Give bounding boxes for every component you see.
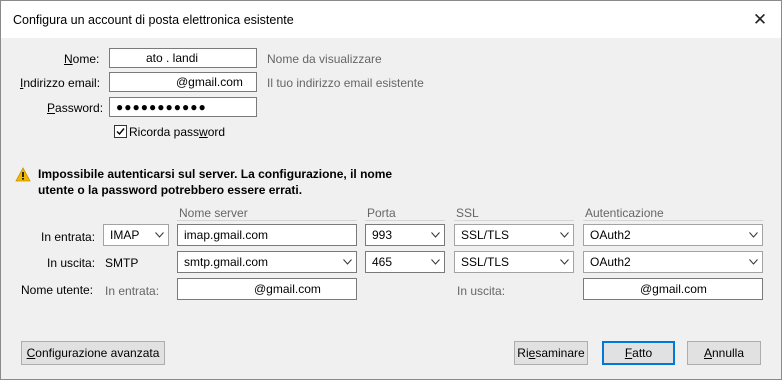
chevron-down-icon[interactable] (426, 225, 444, 245)
incoming-ssl-select[interactable]: SSL/TLS (454, 224, 574, 246)
cancel-button[interactable]: Annulla (687, 341, 761, 365)
email-label: Indirizzo email: (20, 76, 101, 90)
name-label: Nome: (64, 52, 100, 66)
username-outgoing-field[interactable]: @gmail.com (583, 278, 763, 300)
incoming-port-combo[interactable]: 993 (365, 224, 445, 246)
header-port: Porta (367, 206, 396, 220)
outgoing-label: In uscita: (47, 256, 96, 270)
chevron-down-icon (749, 259, 758, 267)
outgoing-server-combo[interactable]: smtp.gmail.com (177, 251, 357, 273)
email-hint: Il tuo indirizzo email esistente (267, 76, 424, 90)
password-field[interactable]: ●●●●●●●●●●● (109, 97, 257, 117)
header-divider-ssl (454, 220, 574, 221)
incoming-auth-select[interactable]: OAuth2 (583, 224, 763, 246)
header-divider-server (177, 220, 357, 221)
chevron-down-icon[interactable] (338, 252, 356, 272)
outgoing-auth-select[interactable]: OAuth2 (583, 251, 763, 273)
done-button[interactable]: Fatto (602, 341, 675, 365)
username-label: Nome utente: (21, 283, 94, 297)
incoming-server-field[interactable]: imap.gmail.com (177, 224, 357, 246)
header-auth: Autenticazione (585, 206, 664, 220)
email-field[interactable]: @gmail.com (109, 72, 257, 92)
remember-password-checkbox[interactable] (114, 125, 127, 138)
chevron-down-icon[interactable] (426, 252, 444, 272)
warning-message: Impossibile autenticarsi sul server. La … (38, 166, 398, 198)
name-field[interactable]: ato . landi (109, 48, 257, 68)
chevron-down-icon (560, 232, 569, 240)
checkmark-icon (116, 128, 125, 136)
outgoing-ssl-select[interactable]: SSL/TLS (454, 251, 574, 273)
chevron-down-icon (749, 232, 758, 240)
header-ssl: SSL (456, 206, 479, 220)
dialog-title: Configura un account di posta elettronic… (13, 13, 294, 27)
title-bar: Configura un account di posta elettronic… (1, 1, 781, 38)
username-outgoing-label: In uscita: (457, 284, 506, 298)
chevron-down-icon (560, 259, 569, 267)
retest-button[interactable]: Riesaminare (514, 341, 588, 365)
username-incoming-field[interactable]: @gmail.com (177, 278, 357, 300)
close-icon[interactable]: ✕ (747, 8, 773, 32)
incoming-label: In entrata: (41, 230, 96, 244)
username-incoming-label: In entrata: (105, 284, 160, 298)
name-hint: Nome da visualizzare (267, 52, 382, 66)
header-divider-auth (583, 220, 763, 221)
outgoing-protocol: SMTP (105, 256, 139, 270)
outgoing-port-combo[interactable]: 465 (365, 251, 445, 273)
header-server-name: Nome server (179, 206, 248, 220)
dialog-window: Configura un account di posta elettronic… (0, 0, 782, 380)
remember-password-label: Ricorda password (129, 125, 226, 139)
password-label: Password: (47, 101, 104, 115)
header-divider-port (365, 220, 445, 221)
warning-icon (15, 167, 31, 185)
incoming-protocol-select[interactable]: IMAP (103, 224, 169, 246)
advanced-config-button[interactable]: Configurazione avanzata (21, 341, 165, 365)
warning-line-1: Impossibile autenticarsi sul server. La … (38, 167, 393, 181)
warning-line-2: utente o la password potrebbero essere e… (38, 183, 303, 197)
chevron-down-icon (155, 232, 164, 240)
